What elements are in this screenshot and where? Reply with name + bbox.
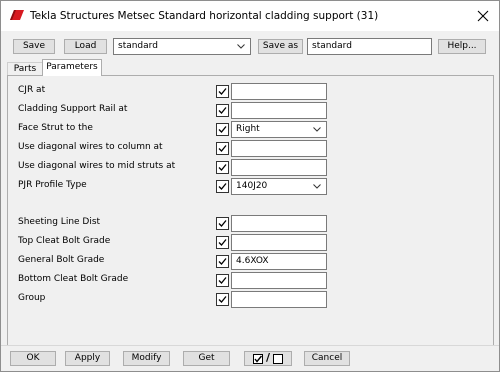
checkbox-unchecked-icon [272, 353, 283, 364]
tab-parameters[interactable]: Parameters [42, 59, 102, 76]
param-checkbox-sheeting-line-dist[interactable] [216, 217, 229, 230]
param-checkbox-general-bolt-grade[interactable] [216, 255, 229, 268]
checkmark-icon [218, 183, 227, 190]
toggle-all-button[interactable]: / [244, 351, 292, 366]
modify-button[interactable]: Modify [123, 351, 170, 366]
param-label-top-cleat-bolt-grade: Top Cleat Bolt Grade [18, 236, 111, 246]
param-checkbox-diagonal-wires-mid-struts[interactable] [216, 161, 229, 174]
cancel-button[interactable]: Cancel [304, 351, 350, 366]
checkmark-icon [218, 164, 227, 171]
param-checkbox-cjr-at[interactable] [216, 85, 229, 98]
param-label-sheeting-line-dist: Sheeting Line Dist [18, 217, 101, 227]
param-label-face-strut-to-the: Face Strut to the [18, 123, 93, 133]
ok-button[interactable]: OK [10, 351, 56, 366]
param-checkbox-cladding-support-rail-at[interactable] [216, 104, 229, 117]
checkmark-icon [218, 239, 227, 246]
checkmark-icon [218, 107, 227, 114]
param-field-group[interactable] [231, 291, 327, 308]
tekla-logo-icon [10, 10, 24, 20]
footer-divider [1, 345, 499, 346]
save-button[interactable]: Save [13, 39, 55, 54]
checkmark-icon [218, 296, 227, 303]
param-label-cjr-at: CJR at [18, 85, 46, 95]
param-select-face-strut-to-the[interactable]: Right [231, 121, 327, 138]
param-label-diagonal-wires-column: Use diagonal wires to column at [18, 142, 163, 152]
window-title: Tekla Structures Metsec Standard horizon… [30, 10, 379, 22]
param-label-general-bolt-grade: General Bolt Grade [18, 255, 105, 265]
param-checkbox-top-cleat-bolt-grade[interactable] [216, 236, 229, 249]
param-field-sheeting-line-dist[interactable] [231, 215, 327, 232]
checkmark-icon [218, 126, 227, 133]
param-label-group: Group [18, 293, 46, 303]
param-field-cjr-at[interactable] [231, 83, 327, 100]
param-checkbox-pjr-profile-type[interactable] [216, 180, 229, 193]
param-select-value: 140J20 [236, 181, 268, 191]
param-field-top-cleat-bolt-grade[interactable] [231, 234, 327, 251]
checkmark-icon [218, 88, 227, 95]
save-as-button[interactable]: Save as [258, 39, 303, 54]
param-select-pjr-profile-type[interactable]: 140J20 [231, 178, 327, 195]
checkmark-icon [218, 277, 227, 284]
get-button[interactable]: Get [183, 351, 230, 366]
param-field-diagonal-wires-column[interactable] [231, 140, 327, 157]
close-button[interactable] [473, 6, 493, 26]
load-button[interactable]: Load [64, 39, 107, 54]
title-bar: Tekla Structures Metsec Standard horizon… [1, 1, 499, 31]
param-checkbox-group[interactable] [216, 293, 229, 306]
preset-select-value: standard [118, 41, 158, 51]
param-select-value: Right [236, 124, 260, 134]
param-field-general-bolt-grade[interactable]: 4.6XOX [231, 253, 327, 270]
tab-parts[interactable]: Parts [7, 62, 43, 76]
chevron-down-icon [313, 184, 321, 189]
param-field-bottom-cleat-bolt-grade[interactable] [231, 272, 327, 289]
param-field-cladding-support-rail-at[interactable] [231, 102, 327, 119]
param-label-cladding-support-rail-at: Cladding Support Rail at [18, 104, 128, 114]
help-button[interactable]: Help... [438, 39, 486, 54]
save-as-input[interactable]: standard [307, 38, 432, 55]
param-label-pjr-profile-type: PJR Profile Type [18, 180, 87, 190]
chevron-down-icon [313, 127, 321, 132]
param-field-diagonal-wires-mid-struts[interactable] [231, 159, 327, 176]
dialog-window: Tekla Structures Metsec Standard horizon… [0, 0, 500, 372]
param-label-diagonal-wires-mid-struts: Use diagonal wires to mid struts at [18, 161, 176, 171]
toggle-separator: / [265, 351, 271, 364]
checkmark-icon [218, 145, 227, 152]
close-icon [477, 10, 489, 22]
param-checkbox-diagonal-wires-column[interactable] [216, 142, 229, 155]
apply-button[interactable]: Apply [65, 351, 110, 366]
preset-select[interactable]: standard [113, 38, 251, 55]
param-label-bottom-cleat-bolt-grade: Bottom Cleat Bolt Grade [18, 274, 129, 284]
param-checkbox-bottom-cleat-bolt-grade[interactable] [216, 274, 229, 287]
checkmark-icon [218, 220, 227, 227]
checkmark-icon [218, 258, 227, 265]
checkbox-checked-icon [253, 353, 264, 364]
param-checkbox-face-strut-to-the[interactable] [216, 123, 229, 136]
chevron-down-icon [237, 44, 245, 49]
